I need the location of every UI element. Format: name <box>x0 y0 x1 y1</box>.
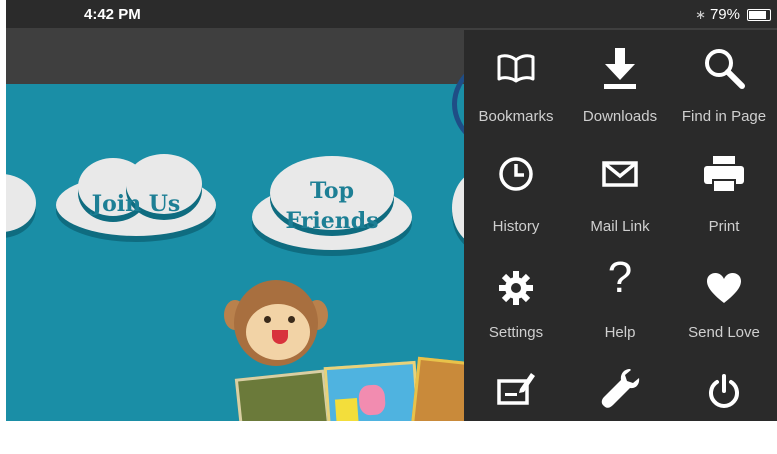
join-us-button[interactable]: Join Us <box>56 154 216 244</box>
history-menu-item[interactable]: History <box>464 136 568 240</box>
send-love-menu-item[interactable]: Send Love <box>672 242 776 346</box>
game-card <box>234 369 332 421</box>
mail-link-menu-item[interactable]: Mail Link <box>568 136 672 240</box>
book-icon <box>464 46 568 90</box>
power-icon <box>672 370 776 414</box>
browser-menu-panel: Bookmarks Downloads Find in Page History… <box>464 30 777 421</box>
help-menu-item[interactable]: ? Help <box>568 242 672 346</box>
bookmarks-menu-item[interactable]: Bookmarks <box>464 30 568 134</box>
tools-menu-item[interactable] <box>568 350 672 454</box>
question-icon: ? <box>607 253 633 302</box>
downloads-menu-item[interactable]: Downloads <box>568 30 672 134</box>
wrench-icon <box>568 366 672 410</box>
status-time: 4:42 PM <box>84 6 141 23</box>
heart-icon <box>672 266 776 310</box>
power-menu-item[interactable] <box>672 350 776 454</box>
battery-icon <box>747 8 771 21</box>
search-icon <box>672 46 776 90</box>
battery-percent: 79% <box>709 6 740 23</box>
clock-icon <box>464 152 568 196</box>
print-menu-item[interactable]: Print <box>672 136 776 240</box>
download-icon <box>568 46 672 90</box>
cloud-shape-partial <box>6 174 36 232</box>
game-card <box>323 360 421 421</box>
top-friends-button[interactable]: Top Friends <box>252 156 412 256</box>
settings-menu-item[interactable]: Settings <box>464 242 568 346</box>
envelope-icon <box>568 152 672 196</box>
status-bar: 4:42 PM ∗ 79% <box>6 0 777 28</box>
printer-icon <box>672 152 776 196</box>
gear-icon <box>464 266 568 310</box>
top-friends-label: Top Friends <box>285 178 379 234</box>
edit-menu-item[interactable] <box>464 350 568 454</box>
edit-icon <box>464 366 568 410</box>
find-in-page-menu-item[interactable]: Find in Page <box>672 30 776 134</box>
bluetooth-icon: ∗ <box>695 6 706 22</box>
join-us-label: Join Us <box>91 191 181 217</box>
status-indicators: ∗ 79% <box>695 6 771 23</box>
